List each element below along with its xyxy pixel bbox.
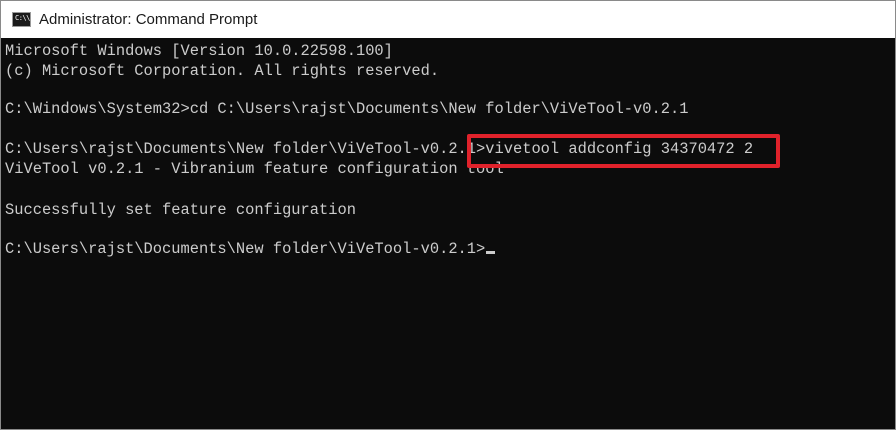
- window-title: Administrator: Command Prompt: [39, 11, 258, 28]
- console-prompt: C:\Users\rajst\Documents\New folder\ViVe…: [5, 240, 486, 258]
- console-line: ViVeTool v0.2.1 - Vibranium feature conf…: [5, 160, 504, 178]
- title-bar[interactable]: C:\\ Administrator: Command Prompt: [1, 1, 895, 38]
- console-output[interactable]: Microsoft Windows [Version 10.0.22598.10…: [1, 38, 895, 429]
- command-prompt-window: C:\\ Administrator: Command Prompt Micro…: [0, 0, 896, 430]
- cmd-icon-glyph: C:\\: [15, 14, 30, 22]
- vertical-scrollbar[interactable]: [883, 38, 895, 429]
- text-cursor: [486, 251, 496, 254]
- console-line: Successfully set feature configuration: [5, 201, 356, 219]
- console-line: Microsoft Windows [Version 10.0.22598.10…: [5, 42, 393, 60]
- console-line: C:\Windows\System32>cd C:\Users\rajst\Do…: [5, 100, 689, 118]
- cmd-icon: C:\\: [12, 12, 31, 27]
- console-line: (c) Microsoft Corporation. All rights re…: [5, 62, 440, 80]
- highlight-annotation-box: [467, 134, 780, 168]
- console-prompt-line: C:\Users\rajst\Documents\New folder\ViVe…: [5, 239, 496, 259]
